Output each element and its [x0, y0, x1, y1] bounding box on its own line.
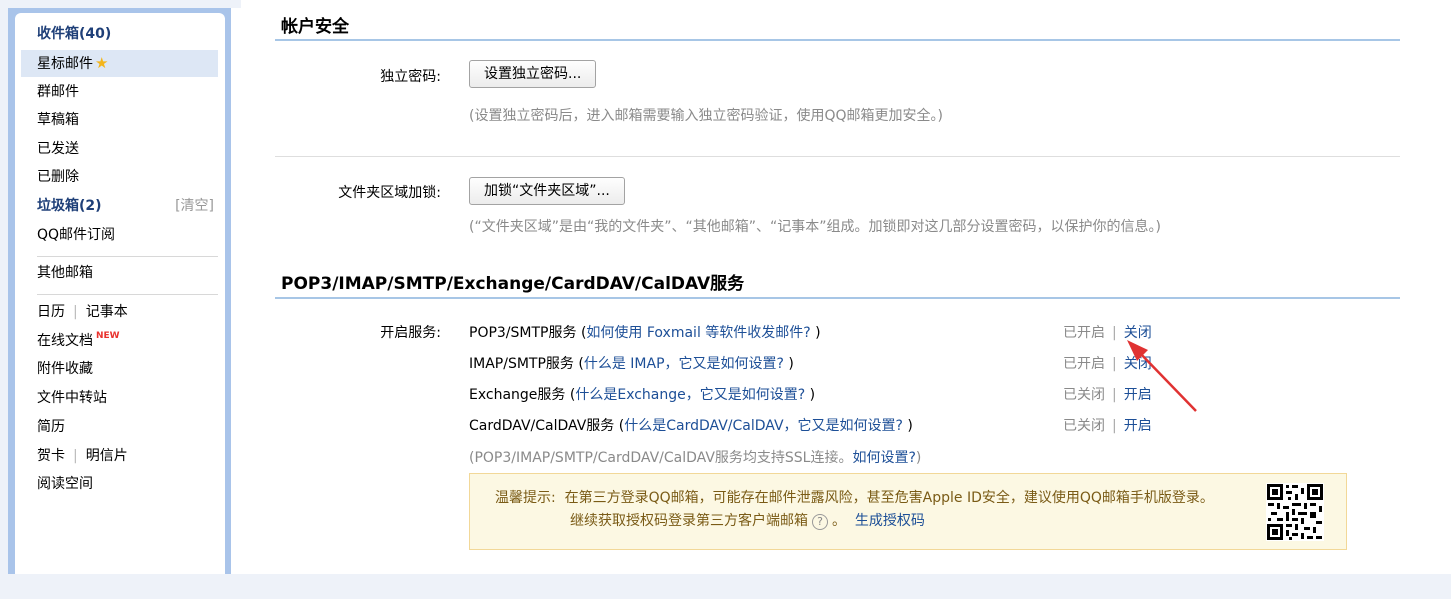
sidebar-item-label: 已发送	[37, 141, 79, 157]
sidebar-item-group-mail[interactable]: 群邮件	[21, 79, 218, 106]
service-status-imap: 已开启 | 关闭	[1063, 356, 1152, 372]
sidebar-item-label: 已删除	[37, 169, 79, 185]
sidebar-item-other-mailboxes[interactable]: 其他邮箱	[21, 260, 218, 287]
folder-lock-hint: (“文件夹区域”是由“我的文件夹”、“其他邮箱”、“记事本”组成。加锁即对这几部…	[469, 219, 1161, 235]
sidebar-item-label: 简历	[37, 419, 65, 435]
warning-tip-box: 温馨提示: 在第三方登录QQ邮箱，可能存在邮件泄露风险，甚至危害Apple ID…	[469, 473, 1347, 550]
service-row-carddav: CardDAV/CalDAV服务 (什么是CardDAV/CalDAV，它又是如…	[469, 418, 913, 434]
services-label: 开启服务:	[380, 325, 441, 341]
tip-prefix: 温馨提示:	[495, 490, 556, 506]
ssl-hint-text: (POP3/IMAP/SMTP/CardDAV/CalDAV服务均支持SSL连接…	[469, 450, 853, 466]
sidebar-item-inbox[interactable]: 收件箱(40)	[21, 21, 218, 48]
clear-spam-link[interactable]: [清空]	[175, 193, 214, 220]
sidebar-item-notes[interactable]: 记事本	[86, 304, 128, 320]
sidebar-item-cards-row: 贺卡 | 明信片	[21, 443, 218, 470]
status-text: 已关闭	[1063, 418, 1105, 434]
sidebar-item-label: 星标邮件	[37, 56, 93, 72]
service-status-pop3: 已开启 | 关闭	[1063, 325, 1152, 341]
service-row-exchange: Exchange服务 (什么是Exchange，它又是如何设置? )	[469, 387, 816, 403]
ssl-hint: (POP3/IMAP/SMTP/CardDAV/CalDAV服务均支持SSL连接…	[469, 447, 921, 467]
sidebar-item-file-transfer[interactable]: 文件中转站	[21, 385, 218, 412]
help-icon[interactable]: ?	[812, 514, 828, 530]
sidebar-item-attachments[interactable]: 附件收藏	[21, 356, 218, 383]
sidebar-item-label: 文件中转站	[37, 390, 107, 406]
help-link[interactable]: 什么是 IMAP，它又是如何设置?	[584, 356, 784, 372]
section-title-services: POP3/IMAP/SMTP/Exchange/CardDAV/CalDAV服务	[281, 274, 745, 294]
sidebar-item-starred[interactable]: 星标邮件 ★	[21, 50, 218, 77]
sidebar-item-deleted[interactable]: 已删除	[21, 164, 218, 191]
status-text: 已开启	[1063, 356, 1105, 372]
help-link[interactable]: 什么是Exchange，它又是如何设置?	[575, 387, 805, 403]
sidebar-item-label: 在线文档	[37, 333, 93, 349]
enable-exchange-button[interactable]: 开启	[1124, 387, 1152, 403]
section-divider	[275, 39, 1400, 41]
sidebar-item-reading-space[interactable]: 阅读空间	[21, 471, 218, 498]
sidebar-divider	[37, 256, 218, 257]
sidebar-divider	[37, 294, 218, 295]
settings-panel: 帐户安全 独立密码: 设置独立密码... (设置独立密码后，进入邮箱需要输入独立…	[241, 0, 1451, 574]
password-label: 独立密码:	[380, 69, 441, 85]
row-divider	[275, 156, 1400, 157]
section-title-account-security: 帐户安全	[281, 17, 349, 37]
sidebar-item-subscriptions[interactable]: QQ邮件订阅	[21, 222, 218, 249]
lock-folder-button[interactable]: 加锁“文件夹区域”...	[469, 177, 625, 205]
sidebar-item-label: 其他邮箱	[37, 265, 93, 281]
sidebar-item-spam[interactable]: 垃圾箱(2) [清空]	[21, 193, 218, 220]
disable-pop3-button[interactable]: 关闭	[1124, 325, 1152, 341]
service-name: Exchange服务	[469, 387, 566, 403]
help-link[interactable]: 如何使用 Foxmail 等软件收发邮件?	[586, 325, 810, 341]
sidebar-item-drafts[interactable]: 草稿箱	[21, 107, 218, 134]
help-link[interactable]: 什么是CardDAV/CalDAV，它又是如何设置?	[624, 418, 903, 434]
qr-code-icon	[1266, 483, 1324, 541]
tip-line2-end: 。	[832, 513, 846, 529]
sidebar-item-sent[interactable]: 已发送	[21, 136, 218, 163]
disable-imap-button[interactable]: 关闭	[1124, 356, 1152, 372]
section-divider	[275, 297, 1400, 299]
sidebar-item-label: 群邮件	[37, 84, 79, 100]
sidebar-item-calendar-row: 日历 | 记事本	[21, 299, 218, 326]
tip-line2: 继续获取授权码登录第三方客户端邮箱	[570, 513, 808, 529]
sidebar-item-online-docs[interactable]: 在线文档 NEW	[21, 328, 218, 355]
generate-auth-code-link[interactable]: 生成授权码	[855, 513, 925, 529]
service-name: IMAP/SMTP服务	[469, 356, 574, 372]
sidebar-item-label: 收件箱(40)	[37, 26, 112, 42]
folder-lock-label: 文件夹区域加锁:	[338, 185, 441, 201]
service-row-pop3: POP3/SMTP服务 (如何使用 Foxmail 等软件收发邮件? )	[469, 325, 821, 341]
sidebar-item-greeting-cards[interactable]: 贺卡	[37, 448, 65, 464]
sidebar-item-label: QQ邮件订阅	[37, 227, 116, 243]
service-name: CardDAV/CalDAV服务	[469, 418, 615, 434]
status-text: 已开启	[1063, 325, 1105, 341]
tip-line1: 在第三方登录QQ邮箱，可能存在邮件泄露风险，甚至危害Apple ID安全，建议使…	[564, 490, 1214, 506]
sidebar-edge	[231, 8, 241, 574]
sidebar: 收件箱(40) 星标邮件 ★ 群邮件 草稿箱 已发送 已删除 垃圾箱(2) [清空]…	[15, 13, 225, 574]
enable-carddav-button[interactable]: 开启	[1124, 418, 1152, 434]
star-icon: ★	[95, 54, 109, 72]
service-row-imap: IMAP/SMTP服务 (什么是 IMAP，它又是如何设置? )	[469, 356, 794, 372]
set-password-button[interactable]: 设置独立密码...	[469, 60, 597, 88]
sidebar-item-label: 垃圾箱(2)	[37, 198, 102, 214]
sidebar-item-calendar[interactable]: 日历	[37, 304, 65, 320]
password-hint: (设置独立密码后，进入邮箱需要输入独立密码验证，使用QQ邮箱更加安全。)	[469, 108, 943, 124]
tip-text: 温馨提示: 在第三方登录QQ邮箱，可能存在邮件泄露风险，甚至危害Apple ID…	[495, 487, 1214, 533]
status-text: 已关闭	[1063, 387, 1105, 403]
sidebar-item-label: 阅读空间	[37, 476, 93, 492]
sidebar-item-label: 草稿箱	[37, 112, 79, 128]
new-badge: NEW	[96, 331, 120, 341]
ssl-hint-end: )	[915, 450, 922, 466]
pipe-divider: |	[73, 304, 78, 320]
sidebar-item-label: 附件收藏	[37, 361, 93, 377]
sidebar-item-postcards[interactable]: 明信片	[86, 448, 128, 464]
service-status-exchange: 已关闭 | 开启	[1063, 387, 1152, 403]
sidebar-item-resume[interactable]: 简历	[21, 414, 218, 441]
ssl-setup-link[interactable]: 如何设置?	[852, 450, 915, 466]
pipe-divider: |	[73, 448, 78, 464]
service-status-carddav: 已关闭 | 开启	[1063, 418, 1152, 434]
service-name: POP3/SMTP服务	[469, 325, 577, 341]
